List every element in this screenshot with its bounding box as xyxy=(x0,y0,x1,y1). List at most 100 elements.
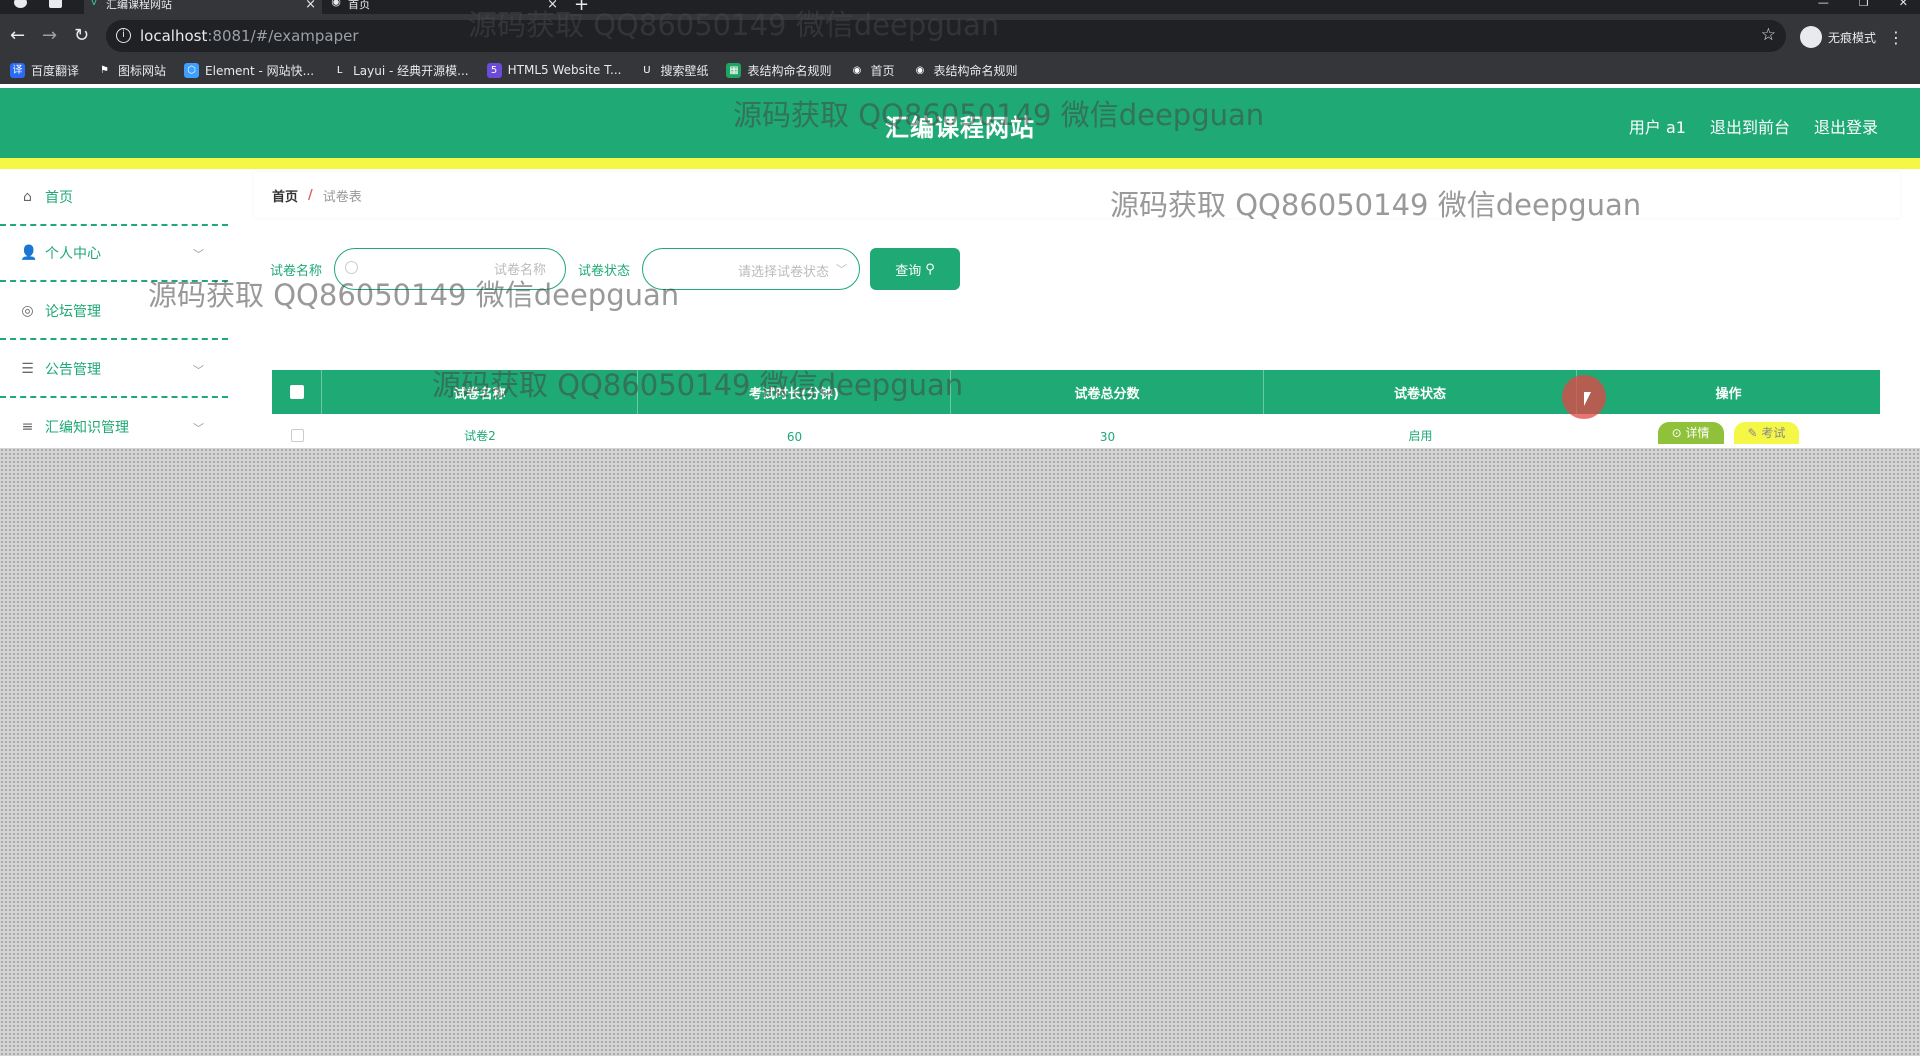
exam-button[interactable]: ✎ 考试 xyxy=(1733,422,1800,444)
bookmark-item[interactable]: ▦ 表结构命名规则 xyxy=(726,62,831,79)
bookmark-label: Element - 网站快... xyxy=(205,63,315,78)
sidebar-item-label: 个人中心 xyxy=(45,246,101,262)
cell-paper-name: 试卷2 xyxy=(464,429,496,443)
tab-search-icon[interactable] xyxy=(49,0,62,8)
bookmark-label: 首页 xyxy=(870,63,895,78)
sliders-icon: ☰ xyxy=(21,360,34,377)
close-icon[interactable]: × xyxy=(305,0,316,12)
maximize-icon[interactable]: ❐ xyxy=(1859,0,1869,9)
forum-icon: ◎ xyxy=(21,302,34,319)
cell-duration: 60 xyxy=(786,430,803,444)
sidebar-item-label: 汇编知识管理 xyxy=(45,420,129,436)
back-icon[interactable]: ← xyxy=(10,26,25,46)
user-name[interactable]: 用户 a1 xyxy=(1629,114,1686,138)
reload-icon[interactable]: ↻ xyxy=(74,26,89,46)
bookmark-item[interactable]: U 搜索壁纸 xyxy=(639,62,708,79)
logout-link[interactable]: 退出登录 xyxy=(1814,114,1878,138)
incognito-indicator[interactable]: 无痕模式 xyxy=(1799,26,1876,48)
tab-title: 汇编课程网站 xyxy=(106,0,172,11)
bookmark-item[interactable]: L Layui - 经典开源模... xyxy=(332,62,469,79)
browser-profile-icon[interactable] xyxy=(14,0,27,8)
layui-icon: L xyxy=(332,62,348,78)
select-all-cell xyxy=(272,370,322,414)
element-icon: ⬡ xyxy=(184,62,200,78)
sidebar-item-label: 公告管理 xyxy=(45,362,101,378)
window-controls: — ❐ ✕ xyxy=(1818,0,1908,9)
table-row: 试卷2 60 30 启用 ⊙ 详情 ✎ 考试 xyxy=(272,414,1880,444)
header-links: 用户 a1 退出到前台 退出登录 xyxy=(1629,114,1878,138)
watermark-text: 源码获取 QQ86050149 微信deepguan xyxy=(148,278,680,312)
header-accent-strip xyxy=(0,158,1920,169)
incognito-label: 无痕模式 xyxy=(1827,30,1876,45)
tab-title: 首页 xyxy=(348,0,370,11)
mouse-pointer-icon xyxy=(1584,392,1591,406)
watermark-text: 源码获取 QQ86050149 微信deepguan xyxy=(1110,188,1642,222)
cell-status: 启用 xyxy=(1408,429,1433,443)
column-header[interactable]: 试卷状态 xyxy=(1264,370,1577,414)
column-header: 操作 xyxy=(1715,386,1742,402)
bookmark-item[interactable]: ◉ 表结构命名规则 xyxy=(912,62,1018,79)
bookmark-label: 表结构命名规则 xyxy=(747,63,832,78)
sheet-icon: ▦ xyxy=(726,62,742,78)
sidebar-item-label: 论坛管理 xyxy=(45,304,101,320)
chevron-down-icon: ﹀ xyxy=(836,263,848,276)
query-button[interactable]: 查询 ⚲ xyxy=(870,248,961,290)
browser-menu-icon[interactable]: ⋮ xyxy=(1888,28,1904,47)
cell-actions: ⊙ 详情 ✎ 考试 xyxy=(1577,414,1880,444)
bookmark-label: 百度翻译 xyxy=(31,63,80,78)
watermark-text: 源码获取 QQ86050149 微信deepguan xyxy=(733,98,1265,132)
bookmark-item[interactable]: 译百度翻译 xyxy=(10,62,79,79)
watermark-text: 源码获取 QQ86050149 微信deepguan xyxy=(468,8,1000,42)
translate-icon: 译 xyxy=(10,62,25,78)
window-close-icon[interactable]: ✕ xyxy=(1899,0,1908,9)
sidebar: ⌂ 首页 👤 个人中心 ﹀ ◎ 论坛管理 ☰ 公告管理 ﹀ ≡ 汇编知识管理 ﹀ xyxy=(0,170,228,470)
bookmark-item[interactable]: ⬡ Element - 网站快... xyxy=(184,62,314,79)
sidebar-item-home[interactable]: ⌂ 首页 xyxy=(0,170,228,226)
url-text[interactable]: localhost:8081/#/exampaper xyxy=(140,27,359,45)
row-select-cell xyxy=(272,414,322,444)
bookmark-star-icon[interactable]: ☆ xyxy=(1761,25,1776,45)
incognito-icon xyxy=(1799,26,1822,48)
bookmark-label: 表结构命名规则 xyxy=(933,63,1018,78)
globe-icon: ◉ xyxy=(849,62,865,78)
user-icon: 👤 xyxy=(20,244,38,261)
bookmark-item[interactable]: 5 HTML5 Website T... xyxy=(486,62,622,78)
bookmark-label: 图标网站 xyxy=(118,63,167,78)
select-all-checkbox[interactable] xyxy=(289,385,304,399)
forward-icon[interactable]: → xyxy=(42,26,57,46)
detail-button[interactable]: ⊙ 详情 xyxy=(1657,422,1724,444)
search-icon: ⚲ xyxy=(925,261,935,277)
site-info-icon[interactable]: i xyxy=(116,28,131,43)
window-controls-left xyxy=(14,0,62,8)
watermark-text: 源码获取 QQ86050149 微信deepguan xyxy=(432,368,964,402)
bookmark-label: 搜索壁纸 xyxy=(660,63,709,78)
list-icon: ≡ xyxy=(21,418,34,435)
minimize-icon[interactable]: — xyxy=(1818,0,1829,9)
exit-to-front-link[interactable]: 退出到前台 xyxy=(1710,114,1790,138)
html5-icon: 5 xyxy=(486,62,502,78)
globe-icon: ◉ xyxy=(912,62,928,78)
chevron-down-icon: ﹀ xyxy=(193,364,204,377)
bookmark-item[interactable]: ◉ 首页 xyxy=(849,62,895,79)
query-button-label: 查询 xyxy=(895,263,922,279)
bookmark-label: HTML5 Website T... xyxy=(507,63,622,77)
bookmark-item[interactable]: ⚑ 图标网站 xyxy=(97,62,166,79)
chevron-down-icon: ﹀ xyxy=(193,248,204,261)
row-checkbox[interactable] xyxy=(290,429,304,442)
home-icon: ⌂ xyxy=(23,188,32,205)
cell-total-score: 30 xyxy=(1099,430,1116,444)
bookmark-label: Layui - 经典开源模... xyxy=(353,63,469,78)
wallpaper-icon: U xyxy=(639,62,655,78)
flag-icon: ⚑ xyxy=(97,62,113,78)
column-header[interactable]: 试卷总分数 xyxy=(951,370,1264,414)
sidebar-item-label: 首页 xyxy=(45,190,73,206)
paper-status-placeholder: 请选择试卷状态 xyxy=(738,265,830,280)
tab-active[interactable]: V 汇编课程网站 × xyxy=(84,0,322,14)
breadcrumb-home[interactable]: 首页 xyxy=(272,186,298,205)
bookmarks-bar: 译百度翻译 ⚑ 图标网站 ⬡ Element - 网站快... L Layui - 经典开源… xyxy=(0,56,1920,84)
vue-icon: V xyxy=(90,0,98,8)
chevron-down-icon: ﹀ xyxy=(193,422,204,435)
breadcrumb-separator: / xyxy=(308,187,313,203)
sidebar-item-announcements[interactable]: ☰ 公告管理 ﹀ xyxy=(0,342,228,398)
globe-icon: ◉ xyxy=(331,0,341,8)
